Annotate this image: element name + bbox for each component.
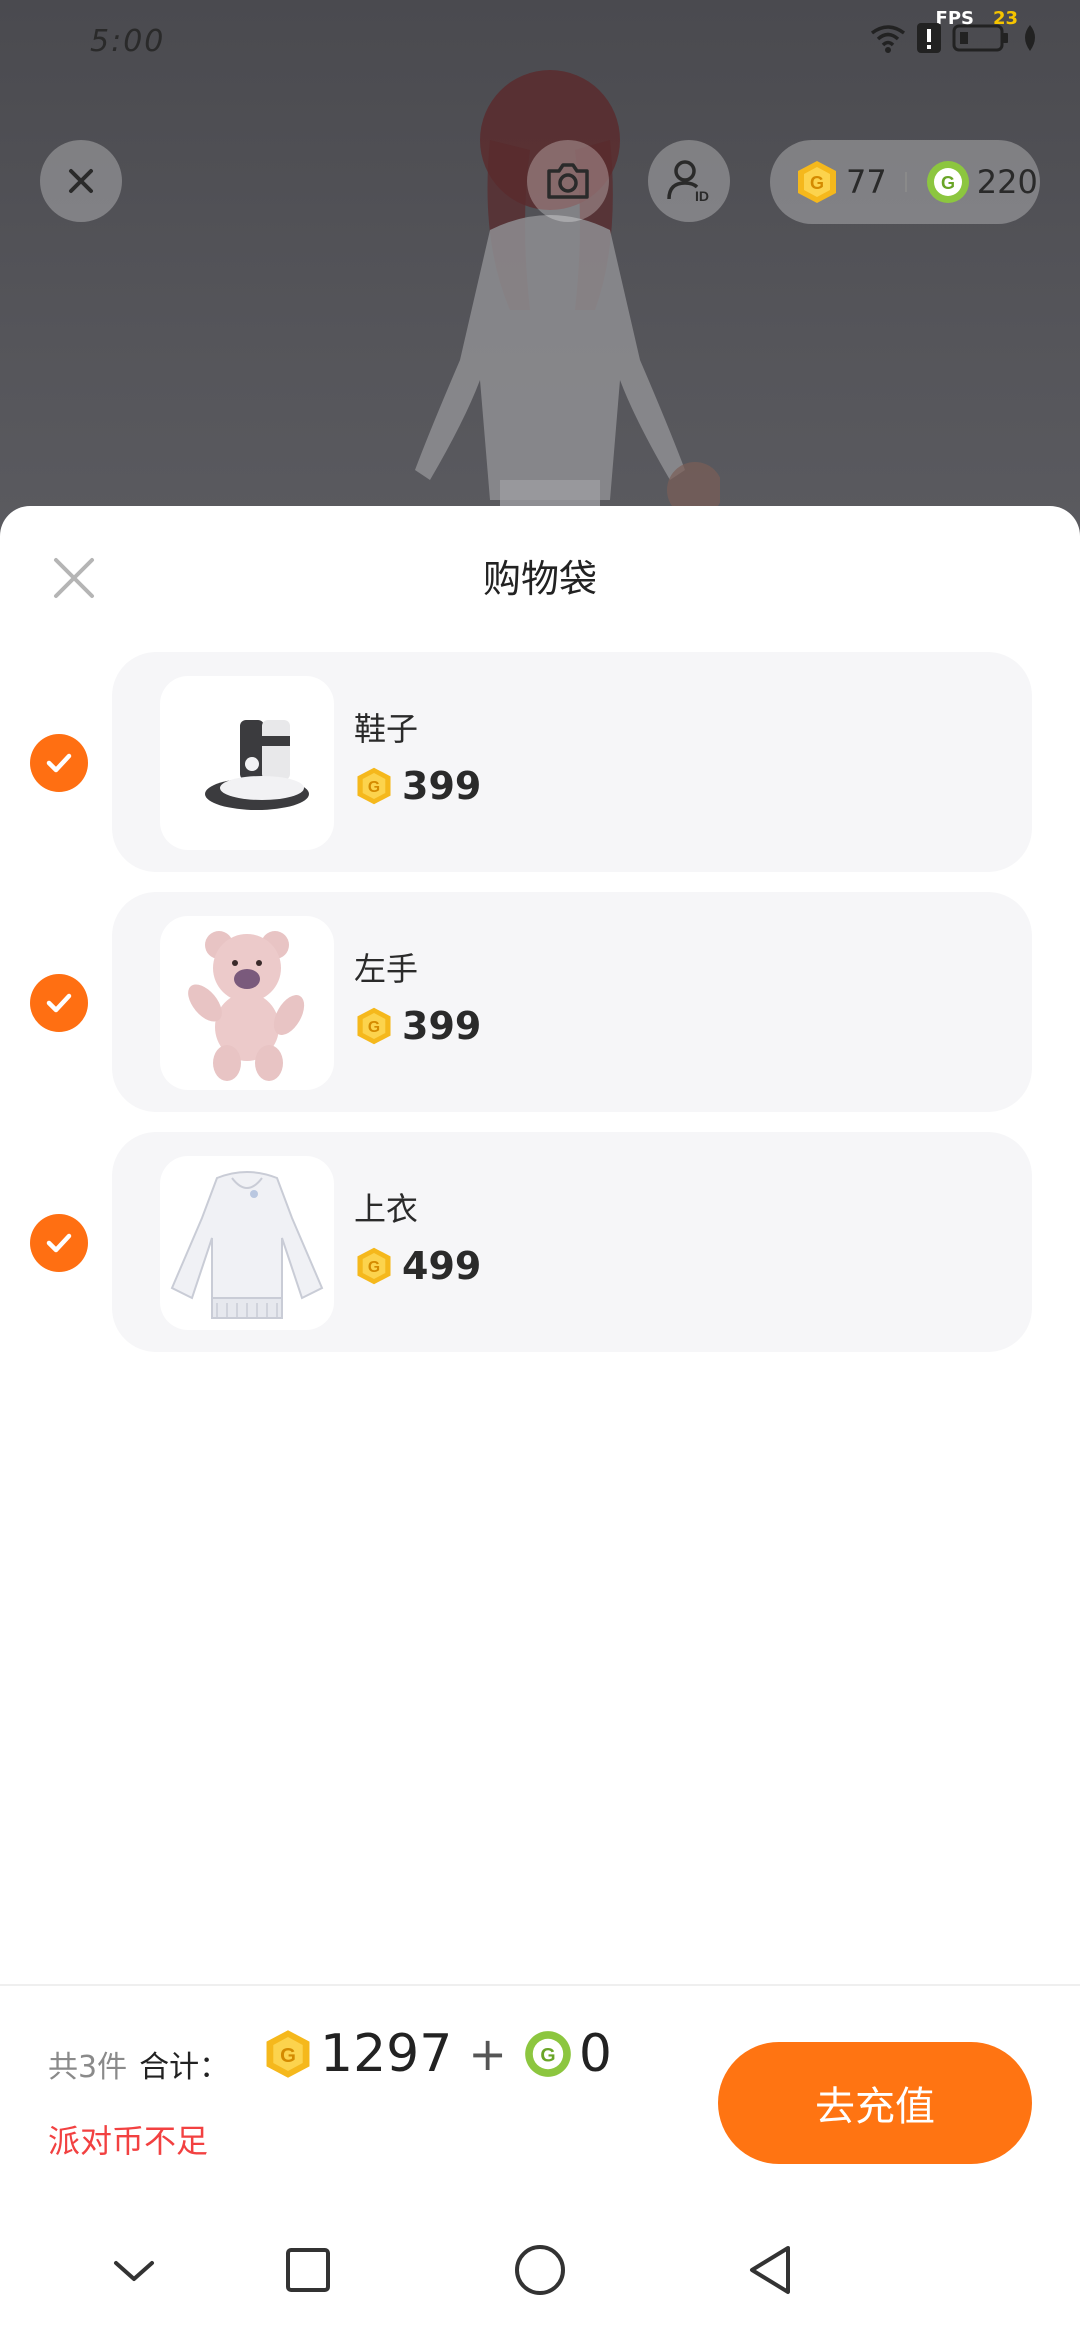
teddy-bear-icon <box>188 931 305 1081</box>
avatar-figure <box>415 70 720 550</box>
total-gold: 1297 <box>320 2024 453 2084</box>
item-checkbox[interactable] <box>30 974 88 1032</box>
checkout-bar: 共3件 合计： G 1297 + G 0 派对币不足 去充值 <box>0 1984 1080 2190</box>
svg-text:G: G <box>810 173 824 193</box>
svg-text:G: G <box>368 779 380 796</box>
back-triangle-icon <box>750 2246 790 2294</box>
item-price-value: 499 <box>402 1244 482 1288</box>
user-id-icon: ID <box>667 160 709 204</box>
item-price: G 399 <box>354 1004 481 1048</box>
gold-coin-icon: G <box>266 2030 310 2078</box>
avatar-scene: 5:00 FPS 23 ID G 77 G 220 <box>0 0 1080 560</box>
item-checkbox[interactable] <box>30 1214 88 1272</box>
item-thumbnail <box>160 916 334 1090</box>
svg-text:G: G <box>280 2045 296 2067</box>
white-hoodie-icon <box>170 1171 324 1319</box>
circle-home-icon <box>515 2245 565 2295</box>
item-card[interactable]: 鞋子 G 399 <box>112 652 1032 872</box>
shoes-icon <box>205 720 309 810</box>
gold-coin-icon: G <box>357 767 391 805</box>
count-line: 共3件 合计： <box>48 2042 229 2086</box>
item-name: 上衣 <box>354 1190 419 1228</box>
item-checkbox[interactable] <box>30 734 88 792</box>
status-time: 5:00 <box>90 24 166 59</box>
screen: 5:00 FPS 23 ID G 77 G 220 购物袋 鞋子 G 399 左… <box>0 0 1080 2340</box>
close-scene-button[interactable] <box>40 140 122 222</box>
chevron-down-icon <box>114 2261 154 2281</box>
green-coin-icon: G <box>525 2031 571 2077</box>
checkmark-icon <box>46 993 72 1013</box>
item-price-value: 399 <box>402 1004 482 1048</box>
checkmark-icon <box>46 753 72 773</box>
leaf-icon <box>1025 25 1035 51</box>
cart-item: 鞋子 G 399 <box>0 652 1080 872</box>
item-card[interactable]: 上衣 G 499 <box>112 1132 1032 1352</box>
svg-text:G: G <box>941 173 955 193</box>
currency-divider <box>904 172 907 192</box>
svg-text:G: G <box>368 1019 380 1036</box>
item-price: G 499 <box>354 1244 481 1288</box>
nav-recents-button[interactable] <box>278 2240 338 2300</box>
nav-home-button[interactable] <box>510 2240 570 2300</box>
sheet-title: 购物袋 <box>482 557 597 601</box>
close-icon <box>69 169 93 193</box>
item-thumbnail <box>160 1156 334 1330</box>
item-card[interactable]: 左手 G 399 <box>112 892 1032 1112</box>
gold-coin-icon: G <box>798 161 836 203</box>
svg-text:G: G <box>368 1259 380 1276</box>
nav-back-button[interactable] <box>740 2240 800 2300</box>
item-count: 共3件 <box>48 2050 128 2085</box>
nav-collapse-button[interactable] <box>104 2240 164 2300</box>
item-thumbnail <box>160 676 334 850</box>
gold-coin-icon: G <box>357 1247 391 1285</box>
green-coin-icon: G <box>926 161 969 203</box>
alert-icon <box>917 23 941 53</box>
insufficient-coins-warning: 派对币不足 <box>48 2122 209 2160</box>
profile-id-button[interactable]: ID <box>648 140 730 222</box>
checkmark-icon <box>46 1233 72 1253</box>
item-price: G 399 <box>354 764 481 808</box>
status-bar: 5:00 FPS 23 <box>0 0 1080 80</box>
system-nav-bar <box>0 2190 1080 2340</box>
item-name: 鞋子 <box>354 710 419 748</box>
item-price-value: 399 <box>402 764 482 808</box>
item-name: 左手 <box>354 950 419 988</box>
wifi-icon <box>870 25 906 53</box>
sum-label: 合计： <box>139 2050 230 2085</box>
battery-icon <box>952 24 1008 52</box>
recharge-button[interactable]: 去充值 <box>718 2042 1032 2164</box>
currency-pill[interactable]: G 77 G 220 <box>770 140 1040 224</box>
cart-item: 左手 G 399 <box>0 892 1080 1112</box>
gold-coin-icon: G <box>357 1007 391 1045</box>
gold-coin-balance: 77 <box>846 163 887 201</box>
plus-sign: + <box>468 2027 507 2081</box>
svg-text:G: G <box>540 2045 555 2067</box>
svg-text:ID: ID <box>695 188 709 204</box>
camera-button[interactable] <box>527 140 609 222</box>
green-coin-balance: 220 <box>976 163 1038 201</box>
total-line: G 1297 + G 0 <box>262 2024 612 2084</box>
cart-item: 上衣 G 499 <box>0 1132 1080 1352</box>
total-green: 0 <box>578 2024 612 2084</box>
status-icons <box>870 22 1040 54</box>
square-icon <box>286 2248 330 2292</box>
camera-icon <box>547 163 589 199</box>
